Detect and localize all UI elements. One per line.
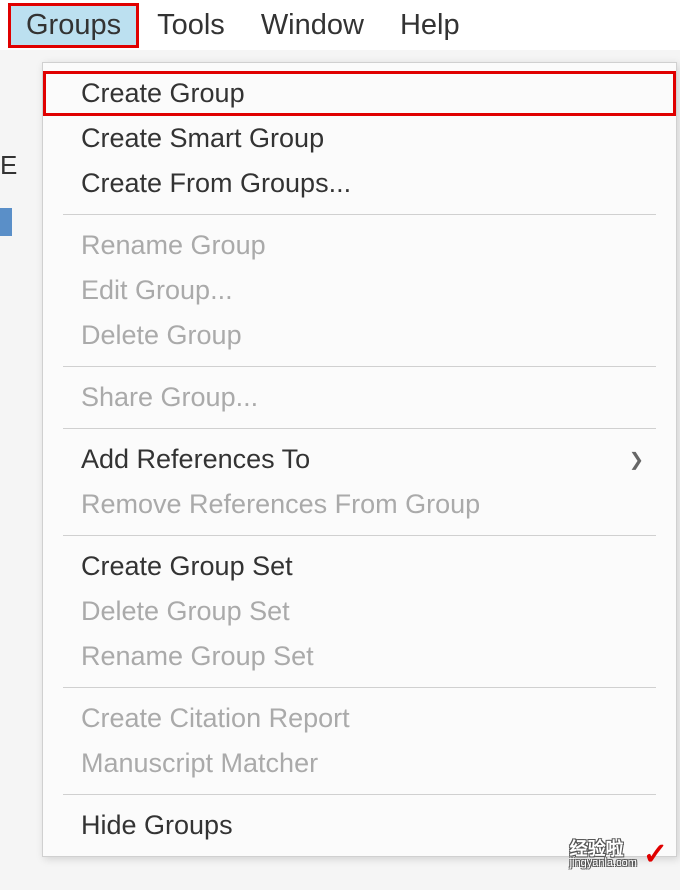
left-edge-text: E <box>0 150 18 181</box>
menu-item-label: Add References To <box>81 444 310 474</box>
separator <box>63 428 656 429</box>
menu-create-smart-group[interactable]: Create Smart Group <box>43 116 676 161</box>
groups-dropdown: Create Group Create Smart Group Create F… <box>42 62 677 857</box>
menubar: Groups Tools Window Help <box>0 0 680 50</box>
separator <box>63 214 656 215</box>
menu-add-references-to[interactable]: Add References To ❯ <box>43 437 676 482</box>
menu-delete-group-set: Delete Group Set <box>43 589 676 634</box>
separator <box>63 794 656 795</box>
menu-rename-group-set: Rename Group Set <box>43 634 676 679</box>
watermark-sub: jingyanla.com <box>570 858 637 869</box>
left-edge-highlight <box>0 208 12 236</box>
menu-help[interactable]: Help <box>382 3 478 48</box>
separator <box>63 535 656 536</box>
menu-share-group: Share Group... <box>43 375 676 420</box>
menu-remove-references: Remove References From Group <box>43 482 676 527</box>
watermark: 经验啦 jingyanla.com ✓ <box>570 837 668 872</box>
menu-create-from-groups[interactable]: Create From Groups... <box>43 161 676 206</box>
separator <box>63 366 656 367</box>
menu-groups[interactable]: Groups <box>8 3 139 48</box>
watermark-main: 经验啦 <box>570 840 637 858</box>
menu-rename-group: Rename Group <box>43 223 676 268</box>
menu-edit-group: Edit Group... <box>43 268 676 313</box>
separator <box>63 687 656 688</box>
menu-delete-group: Delete Group <box>43 313 676 358</box>
checkmark-icon: ✓ <box>643 837 668 872</box>
menu-manuscript-matcher: Manuscript Matcher <box>43 741 676 786</box>
chevron-right-icon: ❯ <box>629 449 644 470</box>
menu-create-group-set[interactable]: Create Group Set <box>43 544 676 589</box>
menu-create-group[interactable]: Create Group <box>43 71 676 116</box>
menu-create-citation-report: Create Citation Report <box>43 696 676 741</box>
menu-window[interactable]: Window <box>243 3 382 48</box>
menu-tools[interactable]: Tools <box>139 3 243 48</box>
